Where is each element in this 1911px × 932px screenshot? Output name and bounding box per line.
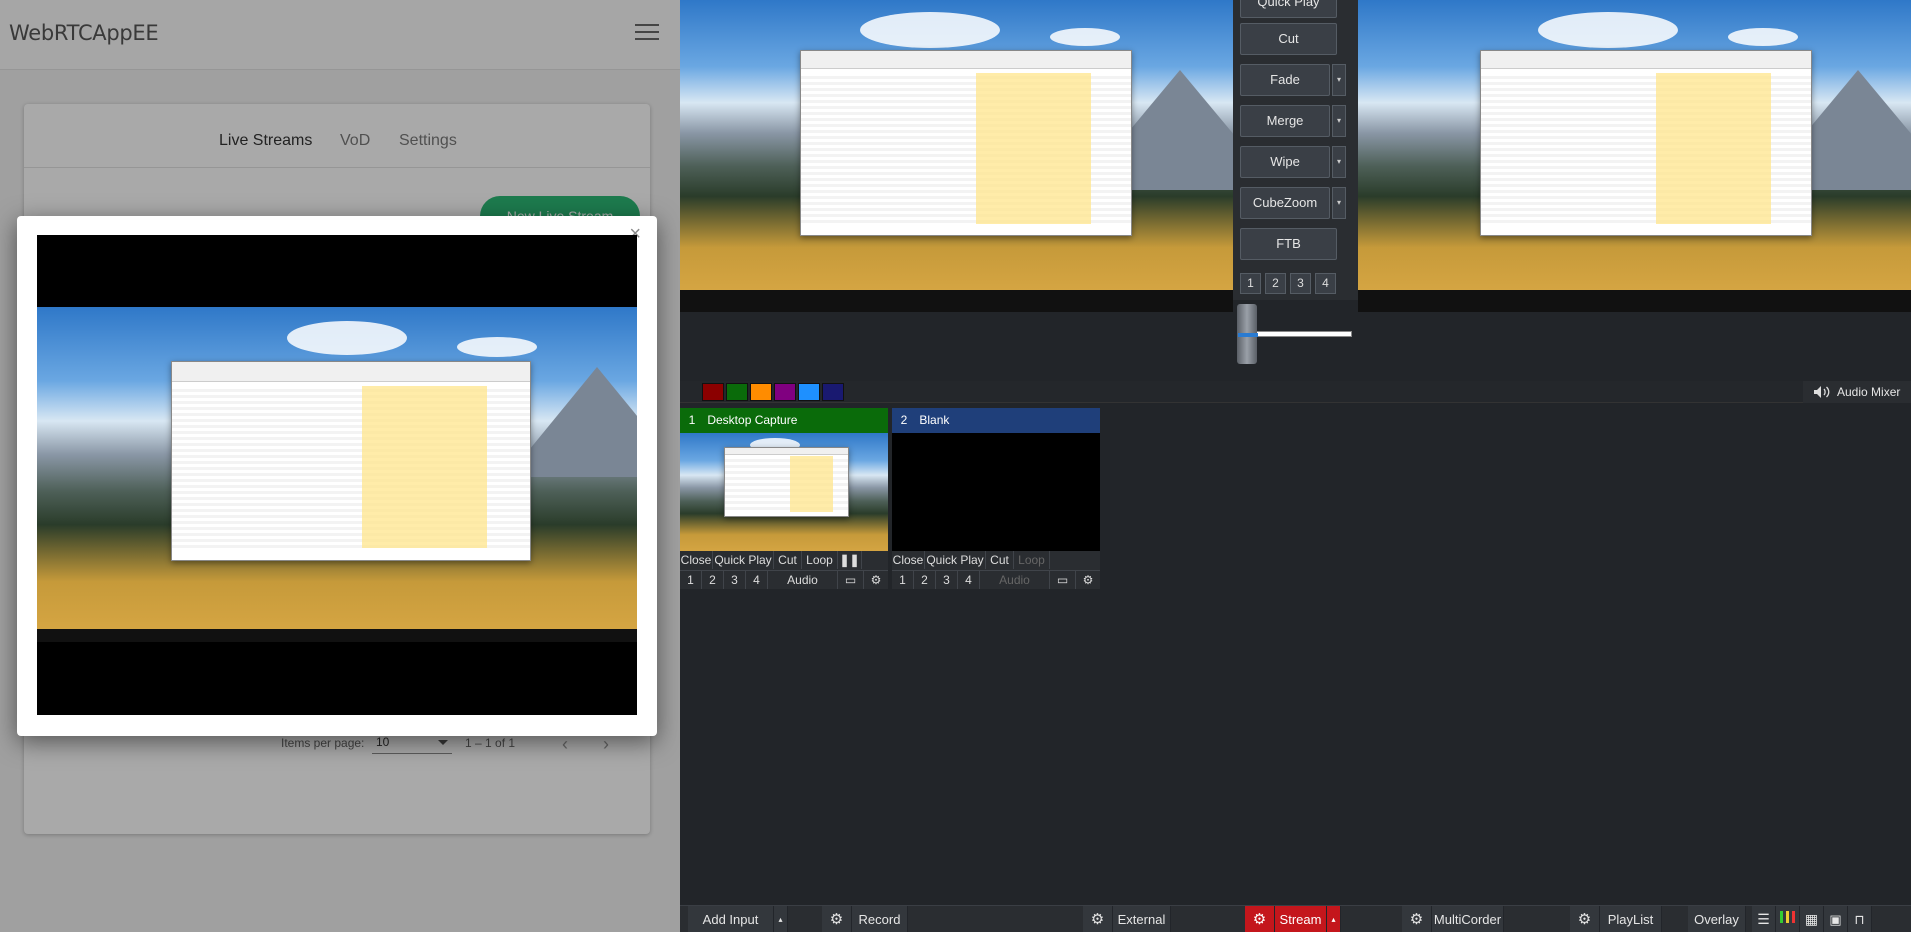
monitor-icon[interactable]: ▭ [1050, 571, 1076, 589]
stream-dropdown[interactable]: ▴ [1327, 906, 1341, 932]
fade-dropdown[interactable]: ▾ [1332, 64, 1346, 96]
t-bar-marker [1238, 333, 1258, 337]
input-name: Blank [919, 413, 950, 427]
cubezoom-button[interactable]: CubeZoom [1240, 187, 1330, 219]
fade-button[interactable]: Fade [1240, 64, 1330, 96]
add-input-button[interactable]: Add Input [688, 906, 774, 932]
overlay-button[interactable]: Overlay [1688, 906, 1746, 932]
input-thumbnail[interactable] [892, 433, 1100, 557]
stream-button[interactable]: Stream [1275, 906, 1327, 932]
transition-panel: Quick Play Cut Fade ▾ Merge ▾ Wipe ▾ Cub… [1233, 0, 1358, 300]
color-swatch-navy[interactable] [822, 383, 844, 401]
input-title[interactable]: 1 Desktop Capture [680, 408, 888, 433]
output-monitor[interactable] [1358, 0, 1911, 312]
grid-icon[interactable]: ▦ [1800, 906, 1824, 932]
cut-button[interactable]: Cut [774, 551, 802, 569]
transition-2-button[interactable]: 2 [1265, 273, 1286, 294]
loop-button[interactable]: Loop [802, 551, 838, 569]
record-button[interactable]: Record [852, 906, 908, 932]
audio-mixer-label: Audio Mixer [1837, 385, 1901, 399]
input-1-controls: Close Quick Play Cut Loop ❚❚ 1 2 3 4 Aud… [680, 551, 888, 589]
overlay-1-button[interactable]: 1 [892, 571, 914, 589]
snapshot-icon[interactable]: ▣ [1824, 906, 1848, 932]
color-swatch-purple[interactable] [774, 383, 796, 401]
t-bar-slider[interactable] [1237, 304, 1357, 368]
video-player[interactable] [37, 235, 637, 715]
cut-button[interactable]: Cut [1240, 23, 1337, 55]
pause-icon[interactable]: ❚❚ [838, 551, 862, 569]
external-settings-gear-icon[interactable]: ⚙ [1083, 906, 1113, 932]
input-number: 2 [900, 413, 908, 427]
wipe-button[interactable]: Wipe [1240, 146, 1330, 178]
preview-video [680, 0, 1233, 302]
lock-icon[interactable]: ⊓ [1848, 906, 1872, 932]
transition-1-button[interactable]: 1 [1240, 273, 1261, 294]
playlist-button[interactable]: PlayList [1600, 906, 1662, 932]
input-color-bar: Audio Mixer [680, 381, 1911, 403]
input-2-controls: Close Quick Play Cut Loop 1 2 3 4 Audio … [892, 551, 1100, 589]
transition-3-button[interactable]: 3 [1290, 273, 1311, 294]
levels-icon[interactable] [1776, 906, 1800, 932]
stream-preview-modal: × [17, 216, 657, 736]
output-video [1358, 0, 1911, 302]
quick-play-button[interactable]: Quick Play [713, 551, 774, 569]
input-thumbnail-video [680, 433, 888, 557]
audio-mixer-button[interactable]: Audio Mixer [1803, 381, 1911, 403]
preview-monitor[interactable] [680, 0, 1233, 312]
overlay-4-button[interactable]: 4 [746, 571, 768, 589]
gear-icon[interactable]: ⚙ [864, 571, 888, 589]
input-thumbnail[interactable] [680, 433, 888, 557]
playlist-settings-gear-icon[interactable]: ⚙ [1570, 906, 1600, 932]
list-icon[interactable]: ☰ [1752, 906, 1776, 932]
t-bar-track [1252, 331, 1352, 337]
bottom-toolbar: Add Input ▴ ⚙ Record ⚙ External ⚙ Stream… [680, 905, 1911, 932]
overlay-3-button[interactable]: 3 [936, 571, 958, 589]
close-button[interactable]: Close [680, 551, 713, 569]
video-frame [37, 307, 637, 642]
quick-play-button[interactable]: Quick Play [925, 551, 986, 569]
add-input-dropdown[interactable]: ▴ [774, 906, 788, 932]
quick-play-button[interactable]: Quick Play [1240, 0, 1337, 18]
multicorder-settings-gear-icon[interactable]: ⚙ [1402, 906, 1432, 932]
gear-icon[interactable]: ⚙ [1076, 571, 1100, 589]
color-swatch-red[interactable] [702, 383, 724, 401]
wipe-dropdown[interactable]: ▾ [1332, 146, 1346, 178]
cut-button[interactable]: Cut [986, 551, 1014, 569]
color-swatch-green[interactable] [726, 383, 748, 401]
record-settings-gear-icon[interactable]: ⚙ [822, 906, 852, 932]
overlay-4-button[interactable]: 4 [958, 571, 980, 589]
merge-dropdown[interactable]: ▾ [1332, 105, 1346, 137]
input-title[interactable]: 2 Blank [892, 408, 1100, 433]
overlay-2-button[interactable]: 2 [702, 571, 724, 589]
external-button[interactable]: External [1113, 906, 1171, 932]
audio-button[interactable]: Audio [768, 571, 838, 589]
input-name: Desktop Capture [707, 413, 798, 427]
overlay-2-button[interactable]: 2 [914, 571, 936, 589]
cubezoom-dropdown[interactable]: ▾ [1332, 187, 1346, 219]
stream-settings-gear-icon[interactable]: ⚙ [1245, 906, 1275, 932]
overlay-3-button[interactable]: 3 [724, 571, 746, 589]
input-number: 1 [688, 413, 696, 427]
audio-button[interactable]: Audio [980, 571, 1050, 589]
overlay-1-button[interactable]: 1 [680, 571, 702, 589]
transition-4-button[interactable]: 4 [1315, 273, 1336, 294]
color-swatch-orange[interactable] [750, 383, 772, 401]
speaker-icon [1814, 386, 1830, 398]
monitor-icon[interactable]: ▭ [838, 571, 864, 589]
merge-button[interactable]: Merge [1240, 105, 1330, 137]
studio-app: Quick Play Cut Fade ▾ Merge ▾ Wipe ▾ Cub… [680, 0, 1911, 932]
close-button[interactable]: Close [892, 551, 925, 569]
color-swatch-blue[interactable] [798, 383, 820, 401]
loop-button[interactable]: Loop [1014, 551, 1050, 569]
multicorder-button[interactable]: MultiCorder [1432, 906, 1504, 932]
ftb-button[interactable]: FTB [1240, 228, 1337, 260]
